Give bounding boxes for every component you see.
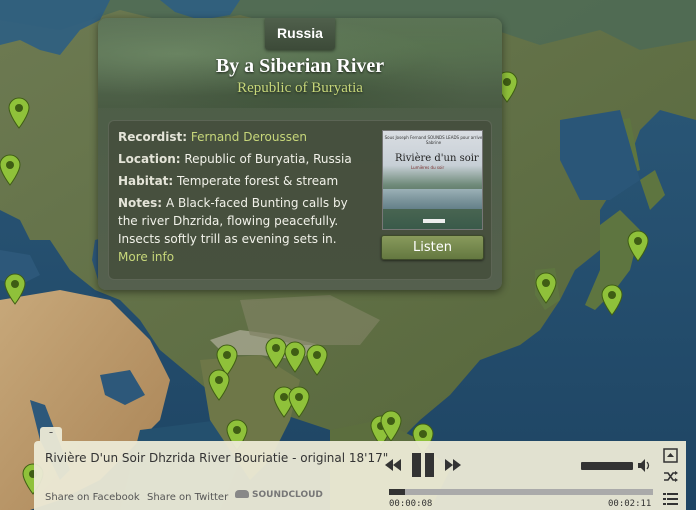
map-pin-icon <box>627 230 649 262</box>
map-pin-icon <box>380 410 402 442</box>
listen-button[interactable]: Listen <box>381 235 484 260</box>
volume-icon[interactable] <box>638 459 651 472</box>
map-pin-icon <box>8 97 30 129</box>
soundcloud-cloud-icon <box>235 490 249 498</box>
map-pin[interactable] <box>627 230 649 262</box>
map-pin-icon <box>601 284 623 316</box>
progress-fill <box>389 489 405 495</box>
audio-player: Rivière D'un Soir Dhzrida River Bouriati… <box>34 441 686 510</box>
share-twitter-link[interactable]: Share on Twitter <box>147 492 228 503</box>
recordist-link[interactable]: Fernand Deroussen <box>191 130 307 144</box>
map-pin[interactable] <box>0 154 21 186</box>
time-duration: 00:02:11 <box>608 499 652 509</box>
more-info-link[interactable]: More info <box>118 250 174 264</box>
map-pin-icon <box>535 272 557 304</box>
map-pin-icon <box>284 341 306 373</box>
map-pin[interactable] <box>4 273 26 305</box>
popup-details: Recordist: Fernand Deroussen Location: R… <box>108 120 492 280</box>
notes-label: Notes: <box>118 196 163 210</box>
map-pin-icon <box>0 154 21 186</box>
playlist-icon[interactable] <box>663 492 678 507</box>
map-pin[interactable] <box>288 386 310 418</box>
time-current: 00:00:08 <box>389 499 433 509</box>
map-pin[interactable] <box>284 341 306 373</box>
notes-row: Notes: A Black-faced Bunting calls by th… <box>118 194 368 266</box>
recordist-label: Recordist: <box>118 130 188 144</box>
share-facebook-link[interactable]: Share on Facebook <box>45 492 140 503</box>
map-pin[interactable] <box>535 272 557 304</box>
map-pin-icon <box>4 273 26 305</box>
map-pin[interactable] <box>380 410 402 442</box>
pause-icon[interactable] <box>409 451 437 479</box>
recording-popup: Russia By a Siberian River Republic of B… <box>98 18 502 290</box>
map-pin-icon <box>208 369 230 401</box>
country-tab[interactable]: Russia <box>265 18 335 50</box>
player-collapse-tab[interactable]: - <box>40 426 62 441</box>
map-pin[interactable] <box>601 284 623 316</box>
habitat-label: Habitat: <box>118 174 174 188</box>
map-pin-icon <box>306 344 328 376</box>
habitat-value: Temperate forest & stream <box>177 174 339 188</box>
expand-icon[interactable] <box>663 448 678 463</box>
prev-track-icon[interactable] <box>385 459 401 471</box>
map-pin-icon <box>288 386 310 418</box>
shuffle-icon[interactable] <box>663 469 678 484</box>
album-landscape <box>383 189 482 209</box>
album-label-strip <box>423 219 445 223</box>
map-pin[interactable] <box>8 97 30 129</box>
album-top-text: Sous Joseph Fernand SOUNDS LEADS pour ar… <box>384 135 483 145</box>
map-pin[interactable] <box>208 369 230 401</box>
soundcloud-logo[interactable]: SOUNDCLOUD <box>235 490 323 500</box>
album-subtitle: Lumières du soir <box>411 165 445 170</box>
habitat-row: Habitat: Temperate forest & stream <box>118 172 368 190</box>
map-pin[interactable] <box>306 344 328 376</box>
next-track-icon[interactable] <box>445 459 461 471</box>
location-label: Location: <box>118 152 181 166</box>
album-title: Rivière d'un soir <box>395 153 479 164</box>
volume-slider[interactable] <box>581 462 633 470</box>
popup-title: By a Siberian River <box>215 55 385 77</box>
soundcloud-label: SOUNDCLOUD <box>252 490 323 500</box>
location-value: Republic of Buryatia, Russia <box>184 152 352 166</box>
progress-bar[interactable] <box>389 489 653 495</box>
location-row: Location: Republic of Buryatia, Russia <box>118 150 368 168</box>
track-title: Rivière D'un Soir Dhzrida River Bouriati… <box>45 451 389 465</box>
recordist-row: Recordist: Fernand Deroussen <box>118 128 368 146</box>
popup-region: Republic of Buryatia <box>237 80 363 96</box>
album-cover: Sous Joseph Fernand SOUNDS LEADS pour ar… <box>382 130 483 230</box>
